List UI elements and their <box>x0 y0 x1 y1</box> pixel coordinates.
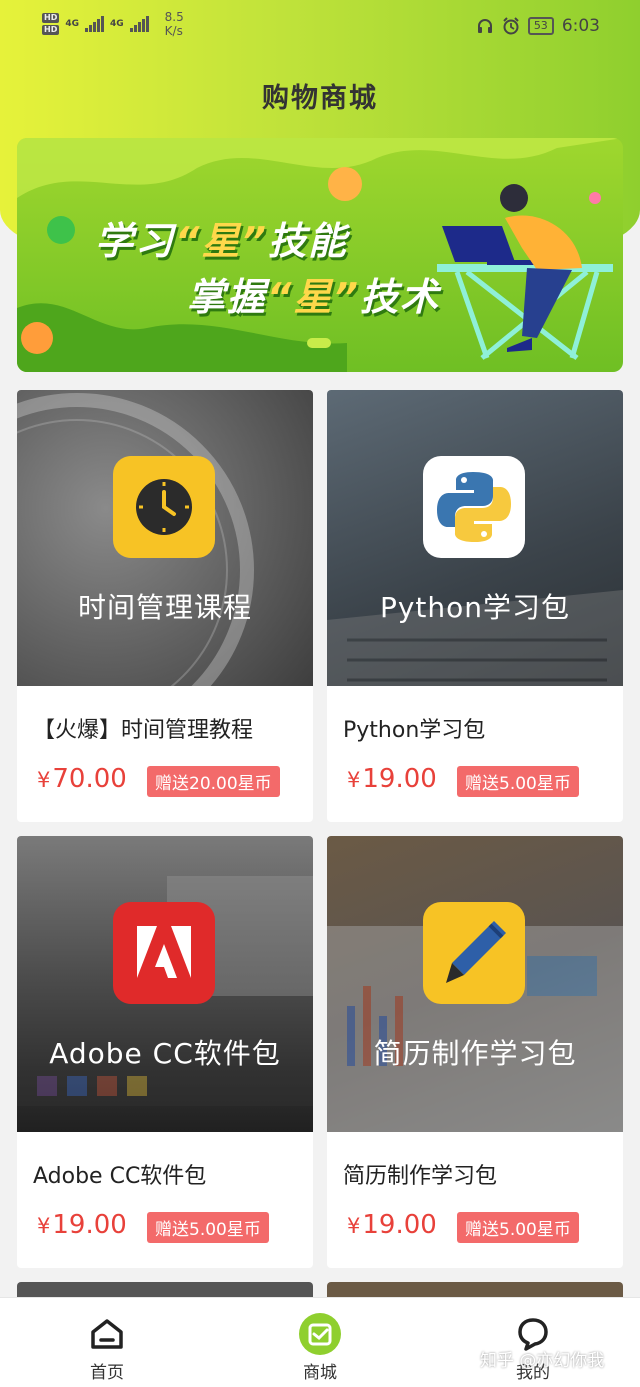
network-label-2: 4G <box>110 19 124 29</box>
product-name: Adobe CC软件包 <box>33 1164 207 1189</box>
price-value: 70.00 <box>52 764 127 794</box>
gift-badge: 赠送5.00星币 <box>457 1212 579 1243</box>
banner-text-1a: 学习 <box>95 219 176 263</box>
watermark: 知乎 @亦幻你我 <box>480 1351 605 1371</box>
tab-label-mall: 商城 <box>303 1363 337 1383</box>
tab-home[interactable]: 首页 <box>47 1298 167 1387</box>
product-image: 简历制作学习包 <box>327 836 623 1132</box>
currency-symbol: ¥ <box>37 1214 51 1238</box>
product-price: ¥19.00 <box>347 1210 437 1240</box>
network-label-1: 4G <box>65 19 79 29</box>
status-right: 53 6:03 <box>476 16 600 36</box>
signal-icon-2 <box>129 16 149 32</box>
banner-quote-1: “星” <box>175 219 268 263</box>
adobe-icon <box>113 902 215 1004</box>
product-price: ¥70.00 <box>37 764 127 794</box>
speed-unit: K/s <box>164 24 183 38</box>
product-card[interactable]: Adobe CC软件包 Adobe CC软件包 ¥19.00 赠送5.00星币 <box>17 836 313 1268</box>
promo-banner[interactable]: 学习“星”技能 掌握“星”技术 <box>17 138 623 372</box>
tab-mall[interactable]: 商城 <box>260 1298 380 1387</box>
battery-icon: 53 <box>527 17 554 35</box>
status-left: HD HD 4G 4G 8.5 K/s <box>42 10 184 38</box>
gift-badge: 赠送5.00星币 <box>457 766 579 797</box>
product-card[interactable]: 时间管理课程 【火爆】时间管理教程 ¥70.00 赠送20.00星币 <box>17 390 313 822</box>
hd-badge-2: HD <box>42 25 60 35</box>
product-name: 【火爆】时间管理教程 <box>33 718 254 743</box>
speed-value: 8.5 <box>164 10 184 24</box>
clock-icon <box>113 456 215 558</box>
price-value: 19.00 <box>362 764 437 794</box>
product-image: Adobe CC软件包 <box>17 836 313 1132</box>
shopping-bag-icon <box>298 1312 342 1356</box>
tab-mine[interactable]: 我的 <box>473 1298 593 1387</box>
product-card[interactable]: Python学习包 Python学习包 ¥19.00 赠送5.00星币 <box>327 390 623 822</box>
product-image-title: Python学习包 <box>379 591 571 624</box>
currency-symbol: ¥ <box>37 768 51 792</box>
product-name: 简历制作学习包 <box>343 1164 498 1189</box>
alarm-icon <box>503 17 519 35</box>
banner-quote-2: “星” <box>267 275 360 319</box>
network-speed: 8.5 K/s <box>165 10 184 38</box>
banner-text-2b: 技术 <box>359 275 440 319</box>
product-image-title: 时间管理课程 <box>77 591 252 624</box>
pen-icon <box>423 902 525 1004</box>
banner-line-1: 学习“星”技能 <box>95 210 348 265</box>
page-title: 购物商城 <box>262 83 378 114</box>
gift-badge: 赠送20.00星币 <box>147 766 280 797</box>
banner-line-2: 掌握“星”技术 <box>187 266 440 321</box>
product-image: Python学习包 <box>327 390 623 686</box>
product-image-title: 简历制作学习包 <box>373 1037 577 1070</box>
price-value: 19.00 <box>362 1210 437 1240</box>
hd-badges: HD HD <box>42 13 60 35</box>
currency-symbol: ¥ <box>347 1214 361 1238</box>
product-image: 时间管理课程 <box>17 390 313 686</box>
tab-label-home: 首页 <box>90 1363 124 1383</box>
hd-badge-1: HD <box>42 13 60 23</box>
python-icon <box>423 456 525 558</box>
bottom-tab-bar: 首页 商城 我的 <box>0 1297 640 1387</box>
product-image-title: Adobe CC软件包 <box>49 1037 281 1070</box>
banner-text-2a: 掌握 <box>187 275 268 319</box>
product-price: ¥19.00 <box>347 764 437 794</box>
signal-icon <box>85 16 104 32</box>
product-name: Python学习包 <box>343 718 486 743</box>
product-price: ¥19.00 <box>37 1210 127 1240</box>
currency-symbol: ¥ <box>347 768 361 792</box>
gift-badge: 赠送5.00星币 <box>147 1212 269 1243</box>
home-icon <box>85 1312 129 1356</box>
headphones-icon <box>477 19 492 33</box>
clock-time: 6:03 <box>561 16 600 36</box>
product-card[interactable]: 简历制作学习包 简历制作学习包 ¥19.00 赠送5.00星币 <box>327 836 623 1268</box>
price-value: 19.00 <box>52 1210 127 1240</box>
banner-text-1b: 技能 <box>267 219 348 263</box>
status-bar: HD HD 4G 4G 8.5 K/s 53 6:03 <box>0 0 640 54</box>
